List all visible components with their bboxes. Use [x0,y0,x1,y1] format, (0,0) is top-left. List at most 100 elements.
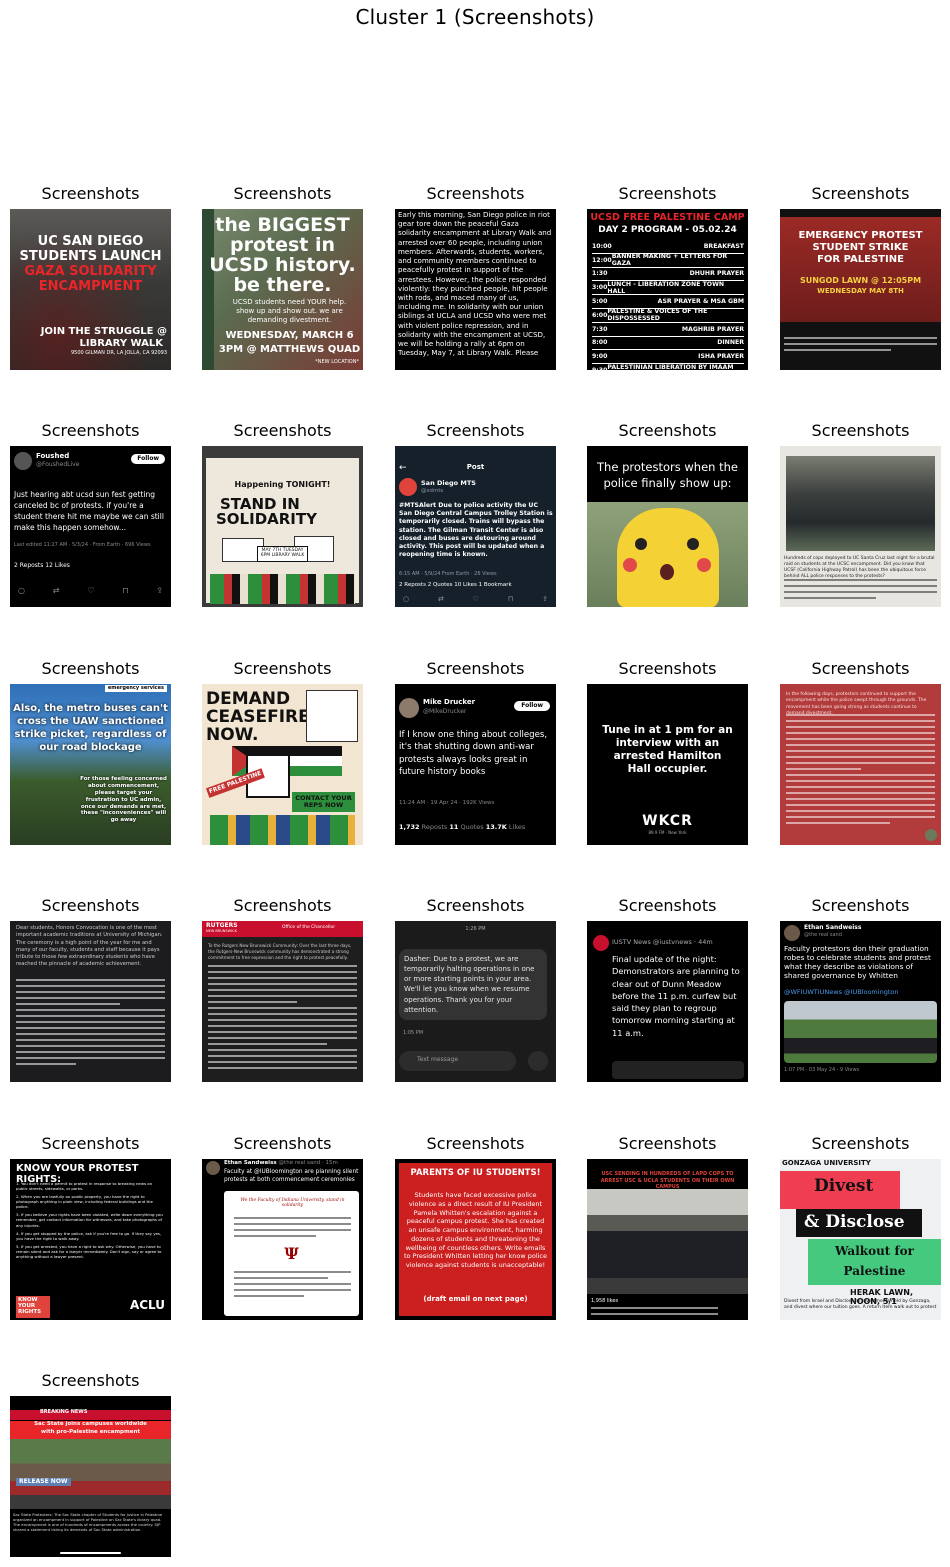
avatar [14,452,32,470]
thumbnail-image: the BIGGEST protest in UCSD history. be … [202,209,363,370]
station-sub: 89.9 FM · New York [648,830,687,835]
voice-button[interactable] [528,1051,548,1071]
schedule-time: 10:00 [592,242,612,250]
avatar [784,925,800,941]
event-note: Divest from Israel and Disclose all inve… [784,1299,937,1310]
headline-line: FOR PALESTINE [817,254,904,265]
schedule-row: 9:00 ISHA PRAYER [592,350,744,365]
event-date: WEDNESDAY MAY 8TH [817,287,904,295]
schedule-row: 1:30 DHUHR PRAYER [592,268,744,282]
rights-item: 2. When you are lawfully on public prope… [16,1194,153,1210]
schedule-row: 5:00 ASR PRAYER & MSA GBM [592,295,744,309]
thumbnail-caption: Screenshots [618,1134,717,1153]
breaking-label: BREAKING NEWS [10,1409,171,1420]
thumbnail-caption: Screenshots [618,421,717,440]
schedule-title: UCSD FREE PALESTINE CAMP [590,212,745,223]
thumbnail-caption: Screenshots [811,896,910,915]
thumbnail-image: UCSD FREE PALESTINE CAMP DAY 2 PROGRAM -… [587,209,748,370]
rights-item: 4. If you get stopped by the police, ask… [16,1230,162,1241]
post-text: Faculty protestors don their graduation … [784,944,931,980]
subline: demanding divestment. [247,316,332,324]
author-name: Foushed [36,452,70,460]
station-logo: WKCR [642,813,693,829]
schedule-subtitle: DAY 2 PROGRAM - 05.02.24 [598,225,737,235]
headline-line: EMERGENCY PROTEST [798,230,923,241]
rights-list: 1. You don't need a permit to protest in… [16,1181,165,1262]
post-meta: 6:15 AM · 5/9/24 From Earth · 26 Views [399,571,497,577]
thumbnail-image: USC SENDING IN HUNDREDS OF LAPD COPS TO … [587,1159,748,1320]
letter-text: Dear students, Honors Convocation is one… [16,925,163,968]
thumbnail-caption: Screenshots [41,659,140,678]
aclu-logo: ACLU [129,1298,165,1312]
avatar [206,1161,220,1175]
headline-line: GAZA SOLIDARITY [24,264,157,279]
message-time: 1:26 PM [465,926,486,932]
headline-line: Divest [814,1176,874,1196]
follow-button[interactable]: Follow [131,454,165,465]
thumbnail-image: DEMAND CEASEFIRE NOW. FREE PALESTINE CON… [202,684,363,845]
thumbnail-image: Foushed @FoushedLive Follow Just hearing… [10,446,171,607]
thumbnail-caption: Screenshots [233,659,332,678]
post-stats: 1,732 Reposts 11 Quotes 13.7K Likes [399,823,526,831]
headline-line: Walkout for [834,1244,915,1258]
thumbnail-caption: Screenshots [811,659,910,678]
schedule-activity: LUNCH - LIBERATION ZONE TOWN HALL [607,280,725,295]
schedule-activity: DINNER [717,339,744,347]
schedule-activity: PALESTINIAN LIBERATION BY IMAAM TOM [607,363,734,370]
rights-item: 1. You don't need a permit to protest in… [16,1181,153,1192]
poster-top: Happening TONIGHT! [234,480,331,489]
author-name: Mike Drucker [423,698,476,706]
post-text: Just hearing abt ucsd sun fest getting c… [14,490,164,532]
headline-line: with pro-Palestine encampment [41,1429,140,1435]
post-meta: Last edited 11:27 AM · 5/3/24 · From Ear… [14,542,151,548]
thumbnail-image: The protestors when the police finally s… [587,446,748,607]
thumbnail-image: ← Post San Diego MTS @sdmts #MTSAlert Du… [395,446,556,607]
campus-name: NEW BRUNSWICK [206,929,237,933]
post-text: Final update of the night: Demonstrators… [612,954,740,1038]
schedule-time: 9:30 [592,367,607,370]
thumbnail-caption: Screenshots [811,421,910,440]
thumbnail-image: Dear students, Honors Convocation is one… [10,921,171,1082]
event-sign: MAY 7TH TUESDAY 6PM LIBRARY WALK [257,546,308,562]
thumbnail-caption: Screenshots [426,896,525,915]
headline-line: the BIGGEST [215,214,350,236]
thumbnail-image: KNOW YOUR PROTEST RIGHTS: 1. You don't n… [10,1159,171,1320]
thumbnail-image: RUTGERS NEW BRUNSWICK Office of the Chan… [202,921,363,1082]
trident-icon: Ψ [284,1244,299,1263]
post-meta: 1:07 PM · 03 May 24 · 9 Views [784,1067,860,1073]
flyer-footer: (draft email on next page) [423,1295,528,1303]
announcement-text: Tune in at 1 pm for an interview with an… [602,724,733,776]
photo [786,456,935,551]
thumbnail-caption: Screenshots [41,896,140,915]
meme-caption: The protestors when the police finally s… [597,460,738,490]
post-meta: 11:24 AM · 19 Apr 24 · 192K Views [399,800,495,806]
thumbnail-caption: Screenshots [233,184,332,203]
author-handle: @FoushedLive [36,461,80,468]
thumbnail-image: Ethan Sandweiss @the real sand · 15m Fac… [202,1159,363,1320]
schedule-row: 6:00 PALESTINE & VOICES OF THE DISPOSSESS… [592,308,744,323]
subline: LIBRARY WALK [79,338,163,349]
letter-text: To the Rutgers New Brunswick Community: … [208,943,352,960]
post-tags: @WFIUWTIUNews @IUBloomington [784,988,899,996]
message-stamp: 1:05 PM [403,1030,424,1036]
thumbnail-image: UC SAN DIEGO STUDENTS LAUNCH GAZA SOLIDA… [10,209,171,370]
schedule-time: 5:00 [592,298,608,306]
author-name: San Diego MTS [421,479,476,487]
university-name: GONZAGA UNIVERSITY [782,1159,871,1167]
schedule-time: 7:30 [592,325,608,333]
follow-button[interactable]: Follow [514,701,550,712]
action-bar: ○ ⇄ ♡ ⊓ ⇪ [18,586,163,595]
avatar [593,935,609,951]
thumbnail-image: emergency services Also, the metro buses… [10,684,171,845]
schedule-row: 8:00 DINNER [592,337,744,351]
flyer-text: Students have faced excessive police vio… [403,1191,548,1270]
thumbnail-caption: Screenshots [426,421,525,440]
schedule-activity: DHUHR PRAYER [689,270,744,278]
author-handle: @sdmts [421,488,444,494]
post-stats: 2 Reposts 2 Quotes 10 Likes 1 Bookmark [399,582,512,588]
thumbnail-image: GONZAGA UNIVERSITY Divest & Disclose Wal… [780,1159,941,1320]
schedule-activity: BREAKFAST [703,242,744,250]
thumbnail-caption: Screenshots [41,421,140,440]
thumbnail-caption: Screenshots [811,1134,910,1153]
message-input-placeholder: Text message [417,1056,459,1063]
